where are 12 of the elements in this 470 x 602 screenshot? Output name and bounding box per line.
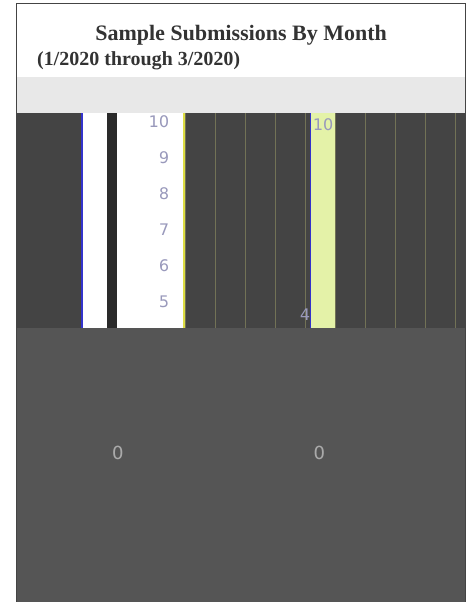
axis-tick-label: 10: [148, 113, 169, 131]
value-label: 10: [312, 115, 334, 136]
axis-tick-label: 5: [158, 293, 169, 311]
chart-subtitle: (1/2020 through 3/2020): [36, 48, 241, 71]
chart-title: Sample Submissions By Month: [94, 19, 388, 46]
axis-tick-label: 8: [158, 185, 169, 203]
axis-tick-label: 6: [158, 257, 169, 275]
value-label: 4: [300, 305, 310, 324]
axis-tick-label: 7: [158, 221, 169, 239]
value-label: 0: [112, 443, 124, 464]
value-label: 0: [313, 443, 325, 464]
axis-tick-label: 9: [158, 149, 169, 167]
